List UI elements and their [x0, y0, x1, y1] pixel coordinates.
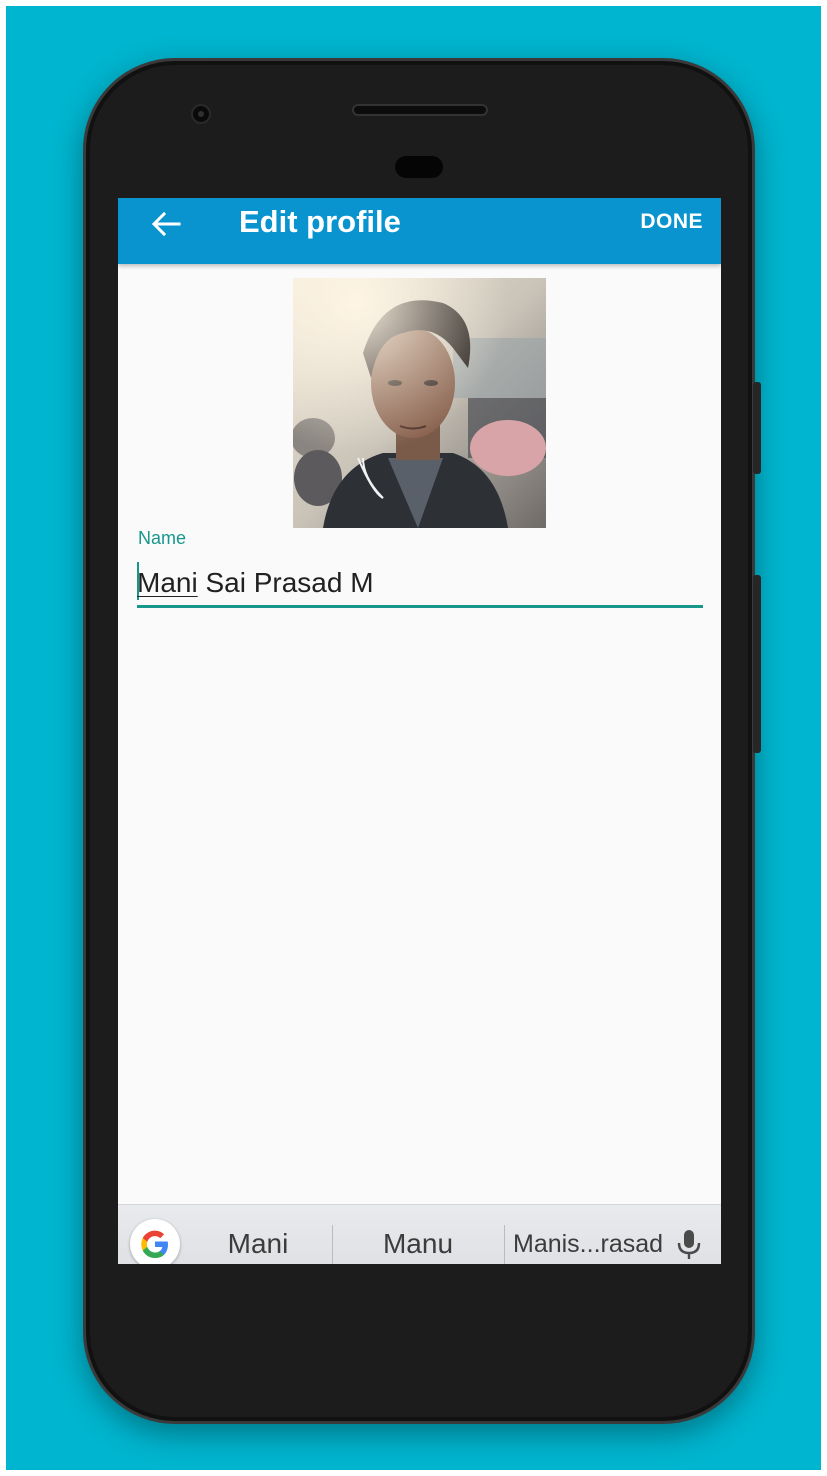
name-field-label: Name	[138, 528, 187, 548]
phone-screen: Edit profile DONE Name Mani Sai Prasad M…	[118, 198, 721, 1264]
suggestion-3[interactable]: Manis...rasad	[513, 1223, 663, 1264]
suggestion-divider	[332, 1225, 333, 1264]
suggestion-2[interactable]: Manu	[363, 1223, 473, 1264]
google-g-icon[interactable]	[130, 1219, 180, 1264]
proximity-sensor	[395, 156, 443, 178]
arrow-back-icon[interactable]	[146, 204, 186, 244]
page-title: Edit profile	[239, 204, 401, 239]
done-button[interactable]: DONE	[640, 200, 703, 244]
suggestion-1[interactable]: Mani	[203, 1223, 313, 1264]
name-input[interactable]: Mani Sai Prasad M	[137, 560, 703, 608]
suggestion-divider	[504, 1225, 505, 1264]
microphone-icon[interactable]	[676, 1229, 702, 1261]
keyboard-suggestion-strip: Mani Manu Manis...rasad	[118, 1204, 721, 1264]
earpiece-speaker	[352, 104, 488, 116]
name-rest: Sai Prasad M	[197, 567, 374, 598]
app-bar: Edit profile DONE	[118, 198, 721, 264]
power-button	[753, 382, 761, 474]
name-first-word: Mani	[137, 567, 198, 598]
profile-photo[interactable]	[293, 278, 546, 528]
name-input-value: Mani Sai Prasad M	[137, 566, 374, 600]
front-camera	[191, 104, 211, 124]
volume-button	[753, 575, 761, 753]
